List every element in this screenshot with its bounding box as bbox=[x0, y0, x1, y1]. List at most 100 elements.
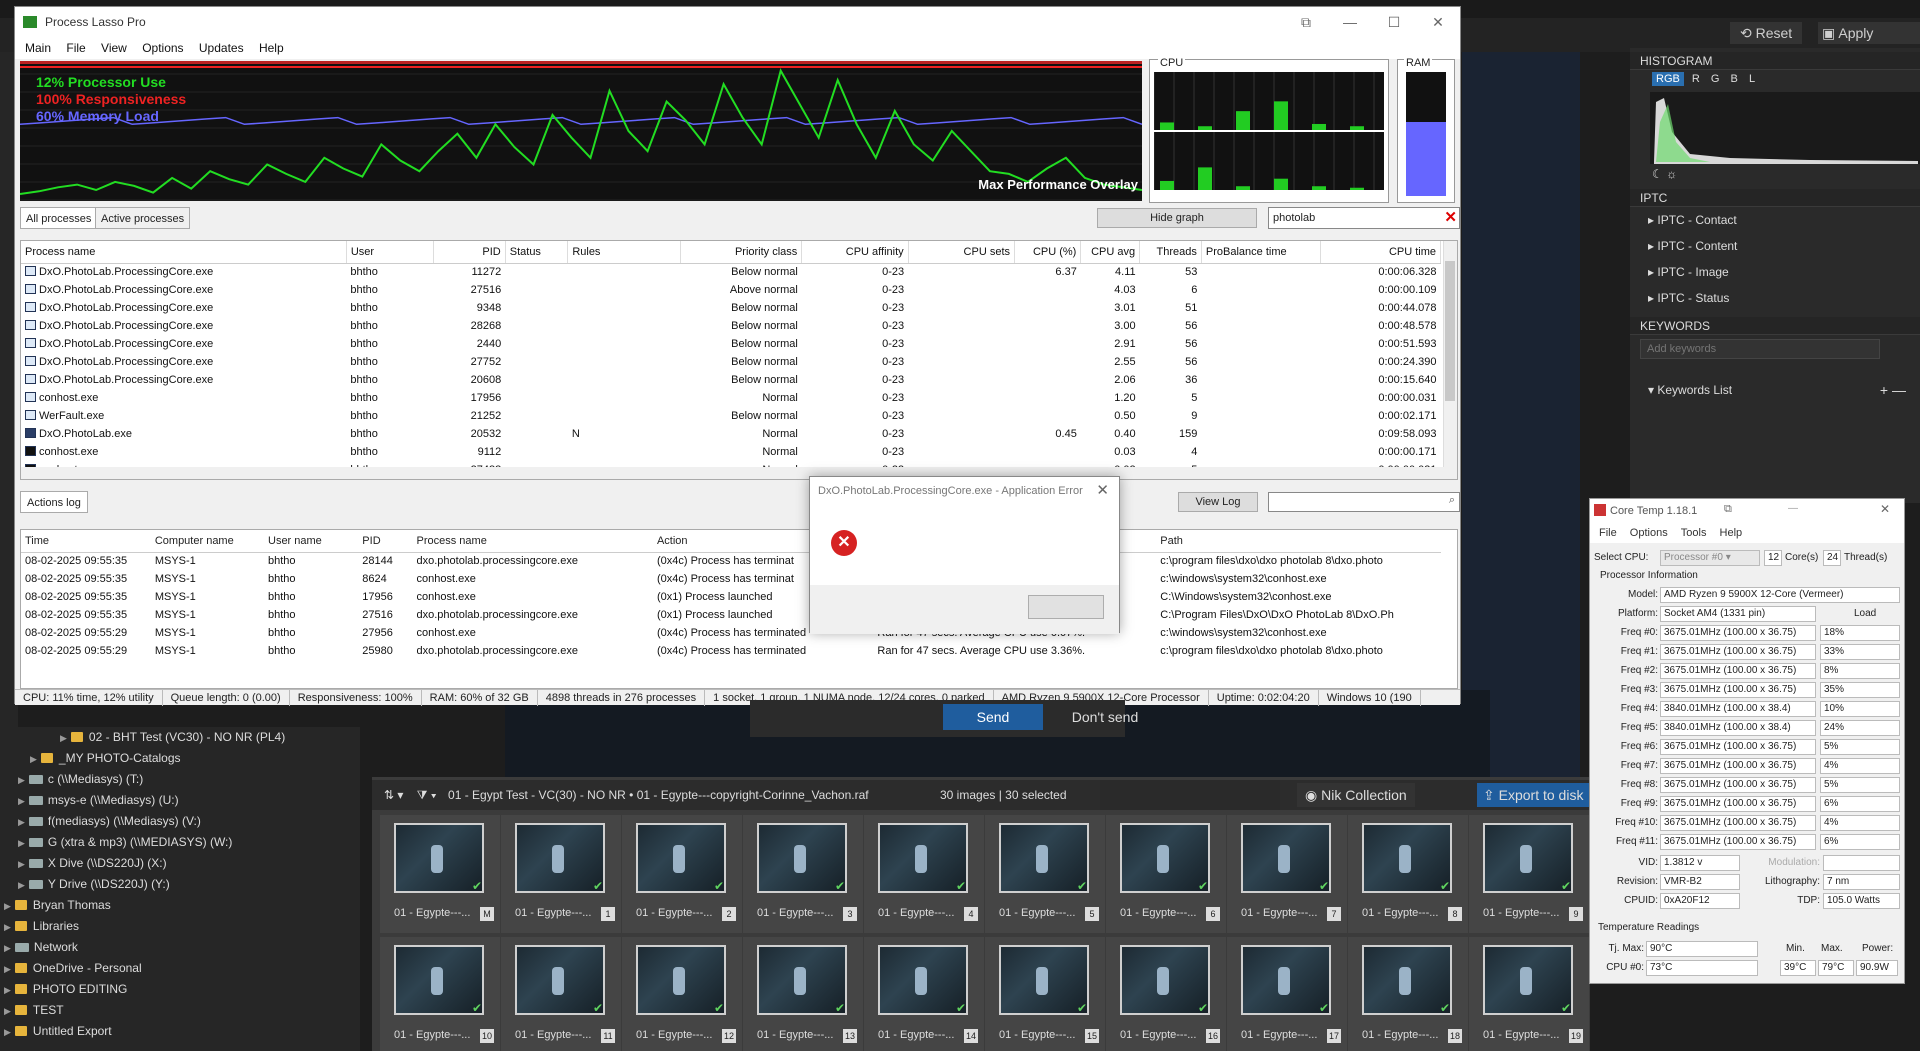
filter-icon[interactable]: ⧩ ▾ bbox=[417, 788, 437, 802]
keywords-input[interactable] bbox=[1640, 339, 1880, 359]
checkmark-icon[interactable]: ✔ bbox=[1319, 879, 1329, 893]
snap-icon[interactable]: ⧉ bbox=[1724, 503, 1732, 516]
tree-item[interactable]: ▶ PHOTO EDITING bbox=[0, 979, 360, 1000]
process-filter-input[interactable]: photolab ✕ bbox=[1268, 207, 1460, 229]
tree-item[interactable]: ▶ Network bbox=[0, 937, 360, 958]
tree-item[interactable]: ▶ c (\\Mediasys) (T:) bbox=[0, 769, 360, 790]
tree-item[interactable]: ▶ 02 - BHT Test (VC30) - NO NR (PL4) bbox=[0, 727, 360, 748]
process-vertical-scrollbar[interactable] bbox=[1443, 241, 1457, 479]
log-row[interactable]: 08-02-2025 09:55:29 MSYS-1 bhtho 25980 dxo.p… bbox=[21, 642, 1441, 660]
expand-chevron-icon[interactable]: ▶ bbox=[18, 880, 25, 890]
iptc-image[interactable]: ▸ IPTC - Image bbox=[1630, 259, 1920, 285]
expand-chevron-icon[interactable]: ▶ bbox=[18, 775, 25, 785]
column-header[interactable]: Rules bbox=[567, 241, 681, 264]
thumbnail[interactable]: ✔ 01 - Egypte---... 19 bbox=[1469, 937, 1589, 1051]
column-header[interactable]: CPU affinity bbox=[801, 241, 909, 264]
log-column-header[interactable]: Time bbox=[21, 530, 151, 553]
checkmark-icon[interactable]: ✔ bbox=[714, 1001, 724, 1015]
column-header[interactable]: ProBalance time bbox=[1201, 241, 1321, 264]
process-row[interactable]: conhost.exe bhtho 17956 Normal 0-23 1.20 5 0:00… bbox=[21, 389, 1441, 407]
select-cpu-dropdown[interactable]: Processor #0 ▾ bbox=[1660, 550, 1760, 566]
tree-item[interactable]: ▶ X Dive (\\DS220J) (X:) bbox=[0, 853, 360, 874]
thumbnail[interactable]: ✔ 01 - Egypte---... 8 bbox=[1348, 815, 1468, 933]
expand-chevron-icon[interactable]: ▶ bbox=[4, 1006, 11, 1016]
process-row[interactable]: WerFault.exe bhtho 21252 Below normal 0-23 0.… bbox=[21, 407, 1441, 425]
hide-graph-button[interactable]: Hide graph bbox=[1097, 208, 1257, 228]
column-header[interactable]: CPU sets bbox=[908, 241, 1016, 264]
close-button[interactable]: ✕ bbox=[1416, 7, 1460, 37]
checkmark-icon[interactable]: ✔ bbox=[835, 1001, 845, 1015]
tree-item[interactable]: ▶ TEST bbox=[0, 1000, 360, 1021]
thumbnail[interactable]: ✔ 01 - Egypte---... 9 bbox=[1469, 815, 1589, 933]
send-button[interactable]: Send bbox=[943, 704, 1043, 730]
tree-item[interactable]: ▶ _MY PHOTO-Catalogs bbox=[0, 748, 360, 769]
menu-main[interactable]: Main bbox=[25, 41, 51, 55]
thumbnail[interactable]: ✔ 01 - Egypte---... M bbox=[380, 815, 500, 933]
menu-tools[interactable]: Tools bbox=[1681, 527, 1707, 539]
tree-item[interactable]: ▶ Y Drive (\\DS220J) (Y:) bbox=[0, 874, 360, 895]
checkmark-icon[interactable]: ✔ bbox=[472, 879, 482, 893]
checkmark-icon[interactable]: ✔ bbox=[1561, 879, 1571, 893]
log-row[interactable]: 08-02-2025 09:55:35 MSYS-1 bhtho 28144 dxo.p… bbox=[21, 552, 1441, 570]
iptc-content[interactable]: ▸ IPTC - Content bbox=[1630, 233, 1920, 259]
expand-chevron-icon[interactable]: ▶ bbox=[18, 859, 25, 869]
checkmark-icon[interactable]: ✔ bbox=[1319, 1001, 1329, 1015]
expand-chevron-icon[interactable]: ▶ bbox=[60, 733, 67, 743]
column-header[interactable]: PID bbox=[433, 241, 506, 264]
column-header[interactable]: Status bbox=[505, 241, 569, 264]
log-row[interactable]: 08-02-2025 09:55:35 MSYS-1 bhtho 17956 conho… bbox=[21, 588, 1441, 606]
expand-chevron-icon[interactable]: ▶ bbox=[18, 796, 25, 806]
view-log-button[interactable]: View Log bbox=[1178, 492, 1258, 512]
expand-chevron-icon[interactable]: ▶ bbox=[4, 1027, 11, 1037]
minimize-button[interactable]: — bbox=[1788, 503, 1798, 514]
thumbnail[interactable]: ✔ 01 - Egypte---... 16 bbox=[1106, 937, 1226, 1051]
log-column-header[interactable]: Path bbox=[1156, 530, 1441, 553]
menu-file[interactable]: File bbox=[66, 41, 85, 55]
expand-chevron-icon[interactable]: ▶ bbox=[4, 901, 11, 911]
iptc-status[interactable]: ▸ IPTC - Status bbox=[1630, 285, 1920, 311]
process-row[interactable]: DxO.PhotoLab.ProcessingCore.exe bhtho 2440… bbox=[21, 335, 1441, 353]
tab-actions-log[interactable]: Actions log bbox=[20, 491, 88, 513]
channel-rgb[interactable]: RGB bbox=[1652, 72, 1684, 86]
tree-item[interactable]: ▶ Bryan Thomas bbox=[0, 895, 360, 916]
nik-collection-button[interactable]: ◉ Nik Collection bbox=[1297, 783, 1415, 807]
tree-item[interactable]: ▶ Libraries bbox=[0, 916, 360, 937]
error-close-icon[interactable]: ✕ bbox=[1096, 481, 1109, 499]
expand-chevron-icon[interactable]: ▶ bbox=[18, 838, 25, 848]
expand-chevron-icon[interactable]: ▶ bbox=[4, 922, 11, 932]
log-column-header[interactable]: PID bbox=[358, 530, 413, 553]
maximize-button[interactable]: ☐ bbox=[1372, 7, 1416, 37]
tree-item[interactable]: ▶ OneDrive - Personal bbox=[0, 958, 360, 979]
log-column-header[interactable]: Computer name bbox=[150, 530, 264, 553]
thumbnail[interactable]: ✔ 01 - Egypte---... 11 bbox=[501, 937, 621, 1051]
reset-button[interactable]: ⟲ Reset bbox=[1730, 22, 1803, 44]
tab-all-processes[interactable]: All processes bbox=[20, 207, 98, 229]
process-row[interactable]: DxO.PhotoLab.ProcessingCore.exe bhtho 1127… bbox=[21, 263, 1441, 281]
search-icon[interactable]: ⌕ bbox=[1449, 494, 1455, 507]
tab-active-processes[interactable]: Active processes bbox=[95, 207, 191, 229]
checkmark-icon[interactable]: ✔ bbox=[1198, 879, 1208, 893]
process-row[interactable]: DxO.PhotoLab.exe bhtho 20532 N Normal 0-23 0.4… bbox=[21, 425, 1441, 443]
column-header[interactable]: CPU time bbox=[1320, 241, 1442, 264]
tree-item[interactable]: ▶ Untitled Export bbox=[0, 1021, 360, 1042]
sort-icon[interactable]: ⇅ ▾ bbox=[384, 788, 403, 802]
expand-chevron-icon[interactable]: ▶ bbox=[4, 985, 11, 995]
channel-l[interactable]: L bbox=[1749, 73, 1755, 85]
thumbnail[interactable]: ✔ 01 - Egypte---... 10 bbox=[380, 937, 500, 1051]
checkmark-icon[interactable]: ✔ bbox=[1198, 1001, 1208, 1015]
tree-item[interactable]: ▶ G (xtra & mp3) (\\MEDIASYS) (W:) bbox=[0, 832, 360, 853]
thumbnail[interactable]: ✔ 01 - Egypte---... 14 bbox=[864, 937, 984, 1051]
log-column-header[interactable]: Process name bbox=[412, 530, 653, 553]
thumbnail[interactable]: ✔ 01 - Egypte---... 18 bbox=[1348, 937, 1468, 1051]
add-keyword-icon[interactable]: + — bbox=[1880, 377, 1906, 403]
checkmark-icon[interactable]: ✔ bbox=[1561, 1001, 1571, 1015]
process-row[interactable]: DxO.PhotoLab.ProcessingCore.exe bhtho 2751… bbox=[21, 281, 1441, 299]
checkmark-icon[interactable]: ✔ bbox=[714, 879, 724, 893]
menu-options[interactable]: Options bbox=[142, 41, 183, 55]
process-horizontal-scrollbar[interactable] bbox=[21, 467, 1457, 479]
thumbnail[interactable]: ✔ 01 - Egypte---... 7 bbox=[1227, 815, 1347, 933]
thumbnail[interactable]: ✔ 01 - Egypte---... 6 bbox=[1106, 815, 1226, 933]
thumbnail[interactable]: ✔ 01 - Egypte---... 2 bbox=[622, 815, 742, 933]
column-header[interactable]: Process name bbox=[21, 241, 347, 264]
checkmark-icon[interactable]: ✔ bbox=[956, 879, 966, 893]
